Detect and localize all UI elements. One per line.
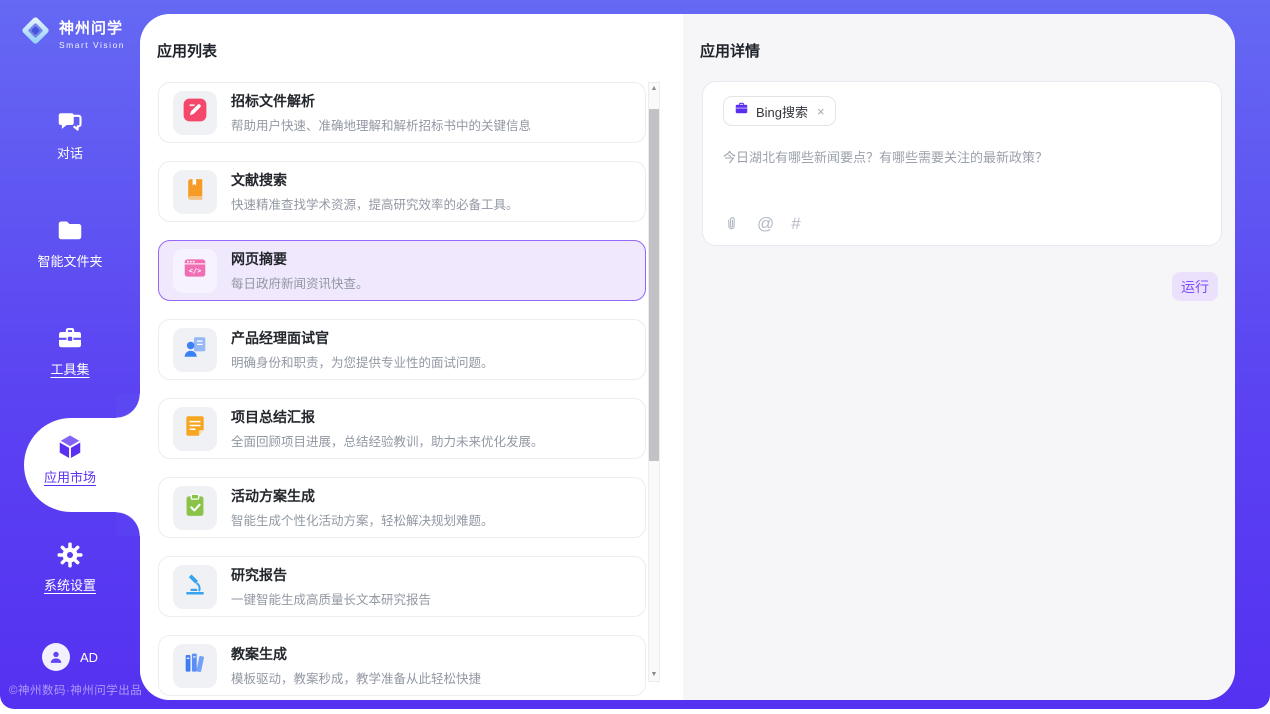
app-card[interactable]: </> 网页摘要 每日政府新闻资讯快查。 <box>158 240 646 301</box>
app-card[interactable]: 产品经理面试官 明确身份和职责，为您提供专业性的面试问题。 <box>158 319 646 380</box>
sidebar-item-smart-folder[interactable]: 智能文件夹 <box>0 204 140 312</box>
at-icon[interactable]: @ <box>757 215 774 232</box>
edit-square-icon <box>182 97 208 128</box>
copyright-footer: ©神州数码·神州问学出品 <box>9 682 142 698</box>
webpage-code-icon: </> <box>182 255 208 286</box>
microscope-icon <box>182 571 208 602</box>
sidebar-nav: 对话 智能文件夹 工具集 应用市场 系统设置 <box>0 96 140 636</box>
app-card[interactable]: 研究报告 一键智能生成高质量长文本研究报告 <box>158 556 646 617</box>
app-detail-title: 应用详情 <box>700 40 760 61</box>
app-card-description: 每日政府新闻资讯快查。 <box>231 273 369 292</box>
app-card-description: 帮助用户快速、准确地理解和解析招标书中的关键信息 <box>231 115 531 134</box>
app-card[interactable]: 文献搜索 快速精准查找学术资源，提高研究效率的必备工具。 <box>158 161 646 222</box>
app-card[interactable]: 招标文件解析 帮助用户快速、准确地理解和解析招标书中的关键信息 <box>158 82 646 143</box>
app-card[interactable]: 活动方案生成 智能生成个性化活动方案，轻松解决规划难题。 <box>158 477 646 538</box>
app-list-title: 应用列表 <box>157 40 217 61</box>
tag-close-icon[interactable]: × <box>817 104 825 119</box>
run-button[interactable]: 运行 <box>1172 272 1218 301</box>
app-card-title: 活动方案生成 <box>231 486 494 506</box>
avatar <box>42 643 70 671</box>
paperclip-icon[interactable] <box>723 215 740 232</box>
attachment-toolbar: @# <box>723 215 801 232</box>
sidebar-item-toolset[interactable]: 工具集 <box>0 312 140 420</box>
scrollbar-thumb[interactable] <box>649 109 659 461</box>
memo-icon <box>182 413 208 444</box>
diamond-logo-icon <box>19 14 52 52</box>
app-card-title: 网页摘要 <box>231 249 369 269</box>
app-card-description: 智能生成个性化活动方案，轻松解决规划难题。 <box>231 510 494 529</box>
sidebar-item-chat[interactable]: 对话 <box>0 96 140 204</box>
scroll-up-icon[interactable]: ▲ <box>649 83 659 95</box>
chat-icon <box>55 108 85 138</box>
folder-icon <box>55 216 85 246</box>
sidebar-item-settings[interactable]: 系统设置 <box>0 528 140 636</box>
interviewer-icon <box>182 334 208 365</box>
app-card-description: 一键智能生成高质量长文本研究报告 <box>231 589 431 608</box>
app-card-list: 招标文件解析 帮助用户快速、准确地理解和解析招标书中的关键信息 文献搜索 快速精… <box>158 82 646 700</box>
brand-subtitle: Smart Vision <box>59 40 125 50</box>
brand-logo: 神州问学 Smart Vision <box>19 14 125 52</box>
briefcase-icon <box>734 101 749 121</box>
app-card-title: 研究报告 <box>231 565 431 585</box>
scrollbar[interactable]: ▲ ▼ <box>648 82 660 682</box>
clipboard-check-icon <box>182 492 208 523</box>
scroll-down-icon[interactable]: ▼ <box>649 669 659 681</box>
app-card-description: 明确身份和职责，为您提供专业性的面试问题。 <box>231 352 494 371</box>
app-card[interactable]: 教案生成 模板驱动，教案秒成，教学准备从此轻松快捷 <box>158 635 646 696</box>
app-card-title: 项目总结汇报 <box>231 407 544 427</box>
app-detail-panel: 应用详情 Bing搜索 × 今日湖北有哪些新闻要点？有哪些需要关注的最新政策？ … <box>683 14 1235 700</box>
tool-tag-label: Bing搜索 <box>756 102 808 121</box>
app-card-description: 快速精准查找学术资源，提高研究效率的必备工具。 <box>231 194 519 213</box>
app-window: 神州问学 Smart Vision 对话 智能文件夹 工具集 应用市场 系统设置 <box>0 0 1270 714</box>
app-card-title: 教案生成 <box>231 644 481 664</box>
brand-name: 神州问学 <box>59 17 125 38</box>
prompt-card: Bing搜索 × 今日湖北有哪些新闻要点？有哪些需要关注的最新政策？ @# <box>702 81 1222 246</box>
tool-tag[interactable]: Bing搜索 × <box>723 96 836 126</box>
svg-text:</>: </> <box>189 266 202 275</box>
book-icon <box>183 177 208 207</box>
app-card-title: 招标文件解析 <box>231 91 531 111</box>
purple-frame: 神州问学 Smart Vision 对话 智能文件夹 工具集 应用市场 系统设置 <box>0 0 1270 709</box>
main-panel: 应用列表 招标文件解析 帮助用户快速、准确地理解和解析招标书中的关键信息 文献搜… <box>140 14 1235 700</box>
app-card-title: 产品经理面试官 <box>231 328 494 348</box>
books-icon <box>182 650 208 681</box>
sidebar: 神州问学 Smart Vision 对话 智能文件夹 工具集 应用市场 系统设置 <box>0 0 140 709</box>
app-card-title: 文献搜索 <box>231 170 519 190</box>
toolbox-icon <box>55 324 85 354</box>
sidebar-item-app-market[interactable]: 应用市场 <box>0 420 140 528</box>
cube-icon <box>55 432 85 462</box>
app-card-description: 模板驱动，教案秒成，教学准备从此轻松快捷 <box>231 668 481 687</box>
app-card[interactable]: 项目总结汇报 全面回顾项目进展，总结经验教训，助力未来优化发展。 <box>158 398 646 459</box>
prompt-input[interactable]: 今日湖北有哪些新闻要点？有哪些需要关注的最新政策？ <box>723 147 1201 166</box>
app-card-description: 全面回顾项目进展，总结经验教训，助力未来优化发展。 <box>231 431 544 450</box>
app-list-panel: 应用列表 招标文件解析 帮助用户快速、准确地理解和解析招标书中的关键信息 文献搜… <box>140 14 683 700</box>
user-menu[interactable]: AD <box>0 643 140 671</box>
hash-icon[interactable]: # <box>791 215 800 232</box>
user-initials: AD <box>80 650 98 665</box>
gear-icon <box>55 540 85 570</box>
